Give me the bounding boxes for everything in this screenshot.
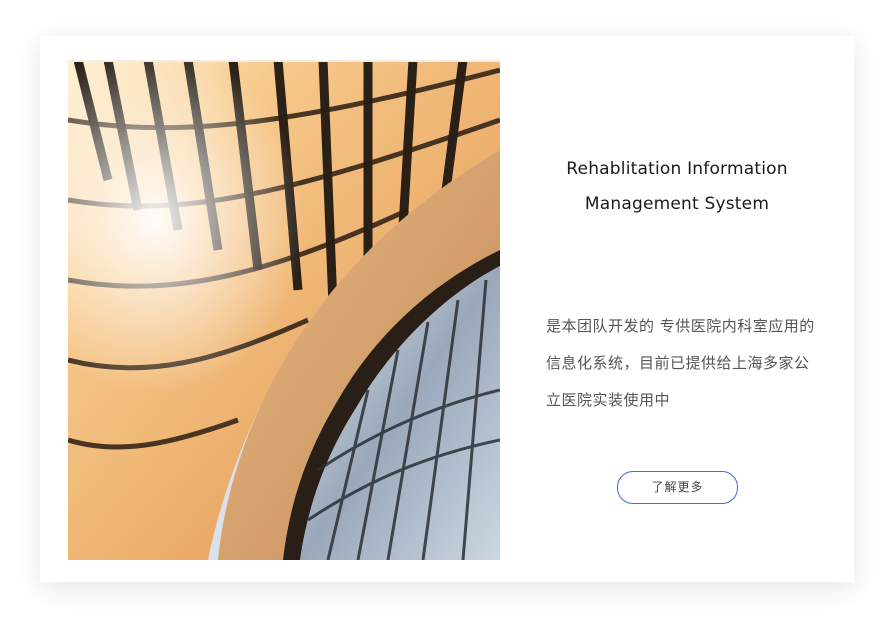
page-title: Rehablitation Information Management Sys…	[536, 152, 818, 222]
description-text: 是本团队开发的 专供医院内科室应用的信息化系统，目前已提供给上海多家公立医院实装…	[546, 317, 815, 409]
title-line-1: Rehablitation Information	[566, 159, 788, 179]
architecture-photo	[68, 60, 500, 560]
project-card: Rehablitation Information Management Sys…	[40, 36, 854, 582]
learn-more-button[interactable]: 了解更多	[617, 471, 738, 504]
title-line-2: Management System	[584, 194, 770, 214]
